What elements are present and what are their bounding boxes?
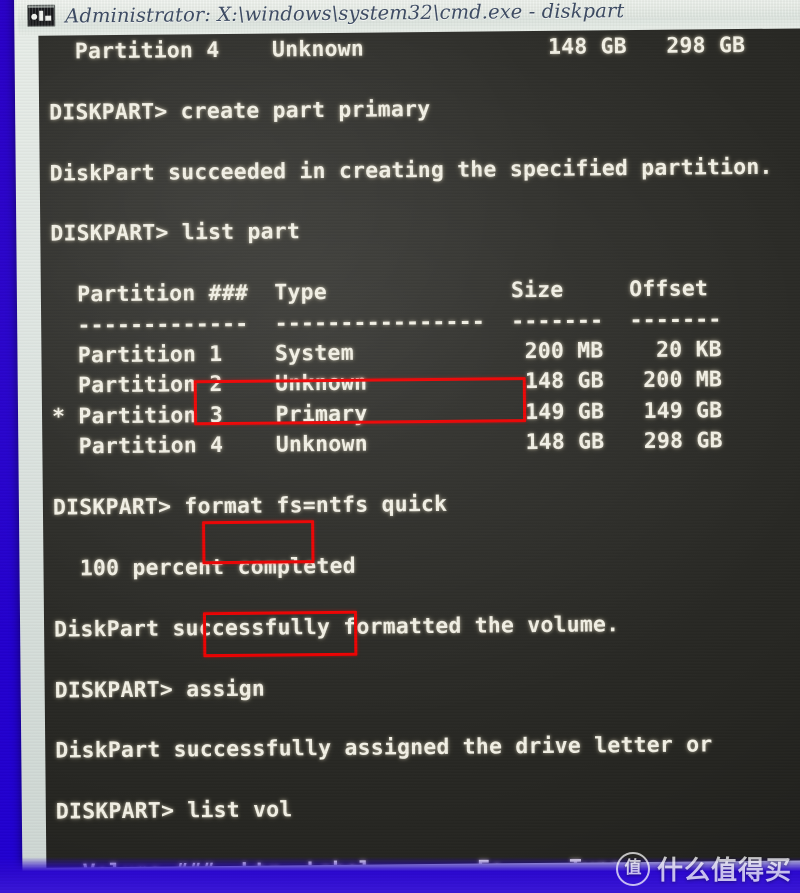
- console-output-area[interactable]: Partition 4 Unknown 148 GB 298 GB DISKPA…: [38, 28, 800, 868]
- watermark-logo-icon: 值: [615, 851, 650, 886]
- site-watermark: 值 什么值得买: [615, 850, 792, 887]
- watermark-text: 什么值得买: [656, 856, 792, 886]
- window-title: Administrator: X:\windows\system32\cmd.e…: [65, 0, 625, 28]
- cmd-console-icon: [27, 4, 56, 27]
- console-window[interactable]: Administrator: X:\windows\system32\cmd.e…: [14, 0, 800, 880]
- window-frame: Administrator: X:\windows\system32\cmd.e…: [14, 0, 800, 880]
- screen-photo: Administrator: X:\windows\system32\cmd.e…: [0, 0, 800, 893]
- console-text: Partition 4 Unknown 148 GB 298 GB DISKPA…: [49, 32, 773, 868]
